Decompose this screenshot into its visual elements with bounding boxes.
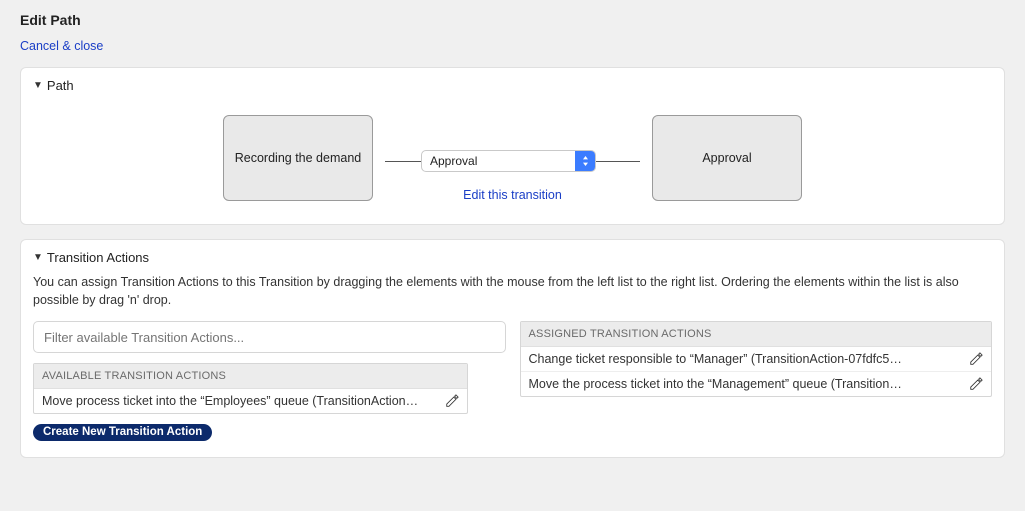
state-from-label: Recording the demand (235, 151, 361, 165)
list-item-label: Move the process ticket into the “Manage… (529, 377, 962, 391)
pencil-icon[interactable] (969, 377, 983, 391)
caret-down-icon: ▼ (33, 80, 43, 91)
transition-select-value: Approval (422, 154, 575, 168)
available-actions-list: AVAILABLE TRANSITION ACTIONS Move proces… (33, 363, 468, 414)
path-panel: ▼ Path Recording the demand Approval (20, 67, 1005, 225)
connector-line (596, 161, 640, 162)
state-to: Approval (652, 115, 802, 201)
connector-line (385, 161, 421, 162)
path-panel-header[interactable]: ▼ Path (33, 78, 992, 93)
create-transition-action-button[interactable]: Create New Transition Action (33, 424, 212, 441)
assigned-actions-header: ASSIGNED TRANSITION ACTIONS (521, 322, 992, 347)
caret-down-icon: ▼ (33, 252, 43, 263)
actions-panel-header[interactable]: ▼ Transition Actions (33, 250, 992, 265)
pencil-icon[interactable] (445, 394, 459, 408)
chevron-updown-icon[interactable] (575, 151, 595, 171)
list-item[interactable]: Move the process ticket into the “Manage… (521, 372, 992, 396)
list-item[interactable]: Change ticket responsible to “Manager” (… (521, 347, 992, 372)
state-to-label: Approval (702, 151, 751, 165)
edit-transition-link[interactable]: Edit this transition (463, 188, 562, 202)
transition-actions-panel: ▼ Transition Actions You can assign Tran… (20, 239, 1005, 458)
cancel-close-link[interactable]: Cancel & close (20, 39, 103, 53)
page-title: Edit Path (20, 12, 1005, 28)
list-item-label: Move process ticket into the “Employees”… (42, 394, 437, 408)
state-from: Recording the demand (223, 115, 373, 201)
path-diagram: Recording the demand Approval Edit this … (33, 101, 992, 208)
pencil-icon[interactable] (969, 352, 983, 366)
actions-panel-title: Transition Actions (47, 250, 149, 265)
list-item[interactable]: Move process ticket into the “Employees”… (34, 389, 467, 413)
transition-select[interactable]: Approval (421, 150, 596, 172)
available-actions-header: AVAILABLE TRANSITION ACTIONS (34, 364, 467, 389)
assigned-actions-list: ASSIGNED TRANSITION ACTIONS Change ticke… (520, 321, 993, 397)
list-item-label: Change ticket responsible to “Manager” (… (529, 352, 962, 366)
filter-input[interactable] (33, 321, 506, 353)
path-panel-title: Path (47, 78, 74, 93)
actions-help-text: You can assign Transition Actions to thi… (33, 273, 992, 309)
